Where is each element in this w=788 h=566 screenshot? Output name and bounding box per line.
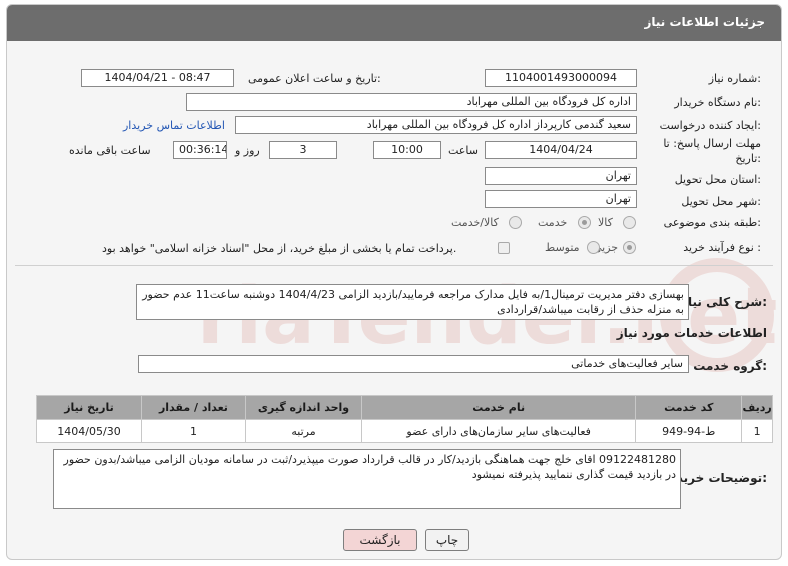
need-number-field[interactable]: 1104001493000094 [485,69,637,87]
category-option-service: خدمت [538,216,568,229]
cell-unit: مرتبه [244,419,363,443]
process-label: نوع فرآیند خرید : [683,241,761,254]
deadline-time-field[interactable]: 10:00 [373,141,441,159]
category-option-goods: کالا [598,216,613,229]
category-option-goods-service: کالا/خدمت [451,216,499,229]
description-label: شرح کلی نیاز: [681,295,767,309]
province-label: استان محل تحویل: [674,173,761,186]
remaining-time-field[interactable]: 00:36:14 [173,141,227,159]
col-row: ردیف [741,395,773,420]
category-radio-goods[interactable] [623,216,636,229]
panel-title: جزئیات اطلاعات نیاز [644,15,765,29]
print-button[interactable]: چاپ [425,529,469,551]
announce-label: تاریخ و ساعت اعلان عمومی: [248,72,381,85]
col-service-code: کد خدمت [635,395,743,420]
services-section-title: اطلاعات خدمات مورد نیاز [616,326,767,340]
col-unit: واحد اندازه گیری [244,395,363,420]
service-group-field[interactable]: سایر فعالیت‌های خدماتی [138,355,689,373]
services-table: ردیف کد خدمت نام خدمت واحد اندازه گیری ت… [36,395,773,443]
category-label: طبقه بندی موضوعی: [663,216,761,229]
creator-label: ایجاد کننده درخواست: [659,119,761,132]
days-label: روز و [235,144,260,157]
col-quantity: تعداد / مقدار [141,395,246,420]
buyer-org-label: نام دستگاه خریدار: [674,96,761,109]
cell-need-date: 1404/05/30 [36,419,142,443]
days-field[interactable]: 3 [269,141,337,159]
treasury-payment-note: پرداخت تمام یا بخشی از مبلغ خرید، از محل… [102,242,457,255]
process-radio-minor[interactable] [623,241,636,254]
need-number-label: شماره نیاز: [708,72,761,85]
creator-field[interactable]: سعید گندمی کارپرداز اداره کل فرودگاه بین… [235,116,637,134]
city-field[interactable]: تهران [485,190,637,208]
buyer-notes-textarea[interactable]: 09122481280 اقای خلج جهت هماهنگی بازدید/… [53,449,681,509]
service-group-label: گروه خدمت: [693,359,767,373]
province-field[interactable]: تهران [485,167,637,185]
table-row[interactable]: 1 ط-94-949 فعالیت‌های سایر سازمان‌های دا… [36,419,773,443]
category-radio-goods-service[interactable] [509,216,522,229]
announce-field[interactable]: 1404/04/21 - 08:47 [81,69,234,87]
process-radio-medium[interactable] [587,241,600,254]
description-textarea[interactable]: بهسازی دفتر مدیریت ترمینال1/به فایل مدار… [136,284,689,320]
deadline-label: مهلت ارسال پاسخ: تا [663,137,761,150]
cell-service-code: ط-94-949 [635,419,743,443]
city-label: شهر محل تحویل: [681,195,761,208]
process-option-medium: متوسط [545,241,580,254]
deadline-time-label: ساعت [448,144,478,157]
buyer-org-field[interactable]: اداره کل فرودگاه بین المللی مهراباد [186,93,637,111]
category-radio-service[interactable] [578,216,591,229]
services-table-header: ردیف کد خدمت نام خدمت واحد اندازه گیری ت… [36,395,773,420]
divider [15,265,773,266]
col-service-name: نام خدمت [361,395,637,420]
need-details-panel: جزئیات اطلاعات نیاز AriaTender.net شماره… [6,4,782,560]
remaining-label: ساعت باقی مانده [69,144,151,157]
col-need-date: تاریخ نیاز [36,395,142,420]
contact-info-link[interactable]: اطلاعات تماس خریدار [123,119,225,132]
cell-row: 1 [741,419,773,443]
treasury-payment-checkbox[interactable] [498,242,510,254]
deadline-date-field[interactable]: 1404/04/24 [485,141,637,159]
back-button[interactable]: بازگشت [343,529,417,551]
cell-service-name: فعالیت‌های سایر سازمان‌های دارای عضو [361,419,637,443]
panel-header: جزئیات اطلاعات نیاز [7,5,781,41]
deadline-label-date: تاریخ: [735,152,761,165]
cell-quantity: 1 [141,419,246,443]
